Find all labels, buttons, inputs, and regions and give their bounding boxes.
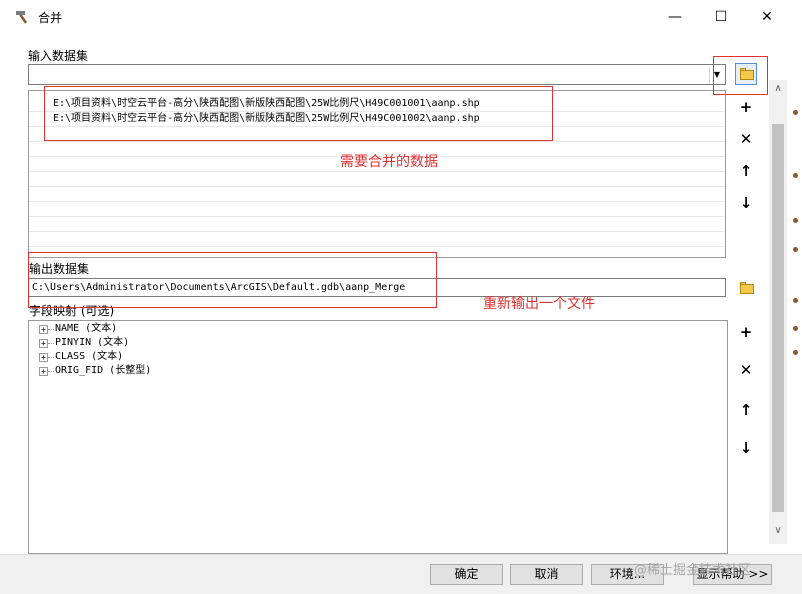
move-down-button[interactable]: ↓: [735, 192, 757, 214]
annotation-box-output: [28, 252, 437, 308]
field-down-button[interactable]: ↓: [735, 437, 757, 459]
expand-icon[interactable]: +: [39, 367, 48, 376]
field-up-button[interactable]: ↑: [735, 399, 757, 421]
remove-row-button[interactable]: ✕: [735, 128, 757, 150]
tree-item[interactable]: + NAME (文本): [29, 322, 727, 336]
hammer-icon: [16, 11, 28, 24]
list-item-empty: [29, 187, 725, 202]
list-item-empty: [29, 202, 725, 217]
annotation-output-note: 重新输出一个文件: [483, 296, 595, 312]
map-point-icon: [793, 218, 798, 223]
tree-connector: [48, 343, 54, 344]
tree-item[interactable]: + CLASS (文本): [29, 350, 727, 364]
tree-item-label: ORIG_FID (长整型): [55, 365, 152, 376]
field-map-tree[interactable]: + NAME (文本) + PINYIN (文本) + CLASS (文本) +…: [28, 320, 728, 554]
scroll-down-icon[interactable]: ∨: [769, 522, 787, 540]
expand-icon[interactable]: +: [39, 339, 48, 348]
minimize-button[interactable]: —: [652, 0, 698, 34]
window-title: 合并: [38, 11, 63, 25]
title-bar: 合并 — ☐ ✕: [0, 0, 802, 34]
map-point-icon: [793, 298, 798, 303]
tree-item[interactable]: + PINYIN (文本): [29, 336, 727, 350]
folder-icon: [740, 284, 754, 294]
add-row-button[interactable]: +: [735, 96, 757, 118]
tree-item[interactable]: + ORIG_FID (长整型): [29, 364, 727, 378]
tree-connector: [48, 371, 54, 372]
annotation-box-browse: [713, 56, 768, 95]
add-field-button[interactable]: +: [735, 321, 757, 343]
watermark-text: @稀土掘金技术社区: [634, 563, 752, 578]
list-item-empty: [29, 172, 725, 187]
tree-item-label: CLASS (文本): [55, 351, 124, 362]
scroll-up-icon[interactable]: ∧: [769, 80, 787, 98]
cancel-button[interactable]: 取消: [510, 564, 583, 585]
annotation-input-note: 需要合并的数据: [340, 154, 438, 170]
remove-field-button[interactable]: ✕: [735, 359, 757, 381]
close-button[interactable]: ✕: [744, 0, 790, 34]
scroll-thumb[interactable]: [772, 124, 784, 512]
move-up-button[interactable]: ↑: [735, 160, 757, 182]
map-point-icon: [793, 350, 798, 355]
tree-connector: [48, 357, 54, 358]
vertical-scrollbar[interactable]: ∧ ∨: [769, 80, 787, 544]
input-dataset-combo[interactable]: ▼: [28, 64, 726, 85]
map-point-icon: [793, 110, 798, 115]
maximize-button[interactable]: ☐: [698, 0, 744, 34]
list-item-empty: [29, 232, 725, 247]
tree-item-label: NAME (文本): [55, 323, 118, 334]
list-item-empty: [29, 217, 725, 232]
tree-connector: [48, 329, 54, 330]
ok-button[interactable]: 确定: [430, 564, 503, 585]
tree-item-label: PINYIN (文本): [55, 337, 130, 348]
annotation-box-input: [44, 86, 553, 141]
expand-icon[interactable]: +: [39, 325, 48, 334]
map-point-icon: [793, 173, 798, 178]
map-point-icon: [793, 247, 798, 252]
expand-icon[interactable]: +: [39, 353, 48, 362]
browse-output-button[interactable]: [735, 277, 757, 299]
input-datasets-label: 输入数据集: [28, 49, 89, 63]
map-point-icon: [793, 326, 798, 331]
